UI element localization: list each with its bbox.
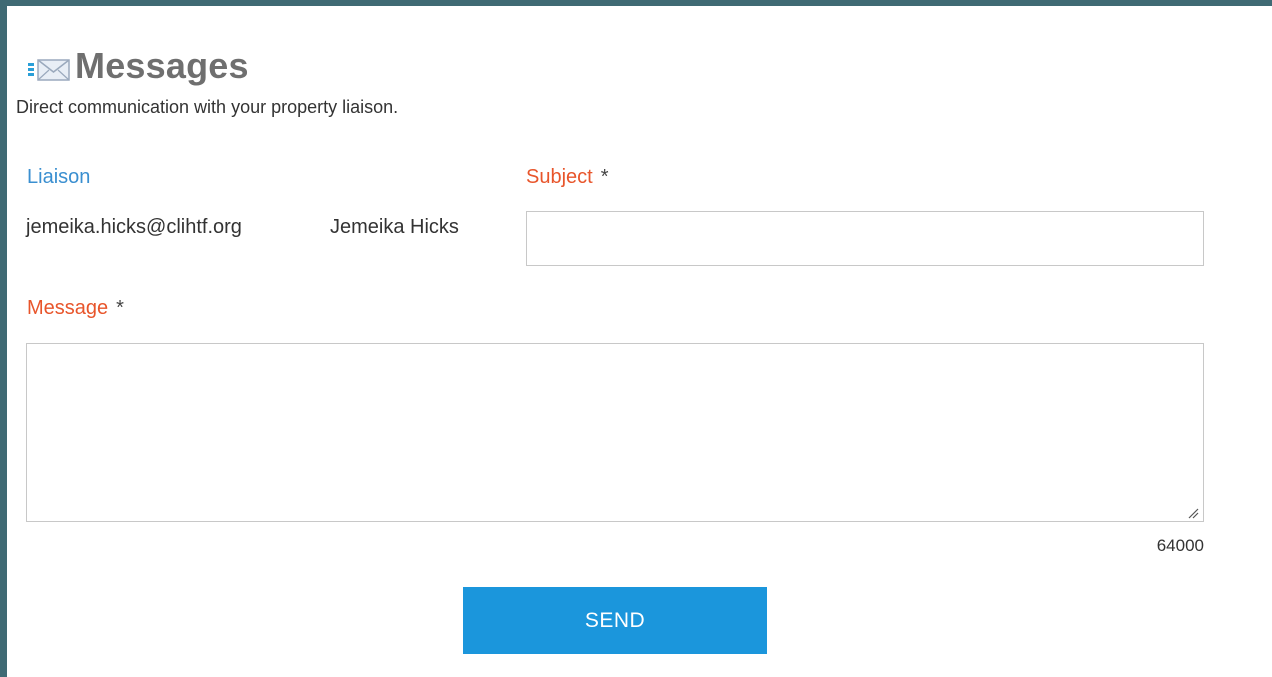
message-label-text: Message — [27, 297, 109, 319]
liaison-label: Liaison — [27, 166, 91, 188]
messages-panel: Messages Direct communication with your … — [7, 6, 1272, 677]
subject-label-text: Subject — [526, 166, 593, 188]
page-subtitle: Direct communication with your property … — [16, 97, 399, 117]
subject-label: Subject * — [526, 166, 609, 189]
message-label: Message * — [27, 297, 124, 320]
liaison-email: jemeika.hicks@clihtf.org — [26, 216, 242, 238]
resize-handle-icon[interactable] — [1187, 506, 1199, 519]
message-required-marker: * — [116, 297, 124, 319]
mail-envelope-icon — [26, 54, 72, 84]
subject-required-marker: * — [600, 166, 609, 188]
send-button[interactable]: SEND — [463, 587, 767, 654]
liaison-name: Jemeika Hicks — [330, 216, 459, 238]
character-counter: 64000 — [1156, 536, 1204, 555]
message-textarea[interactable] — [26, 343, 1204, 522]
subject-input[interactable] — [526, 211, 1204, 266]
page-title: Messages — [75, 45, 249, 86]
page-header: Messages — [26, 44, 249, 88]
